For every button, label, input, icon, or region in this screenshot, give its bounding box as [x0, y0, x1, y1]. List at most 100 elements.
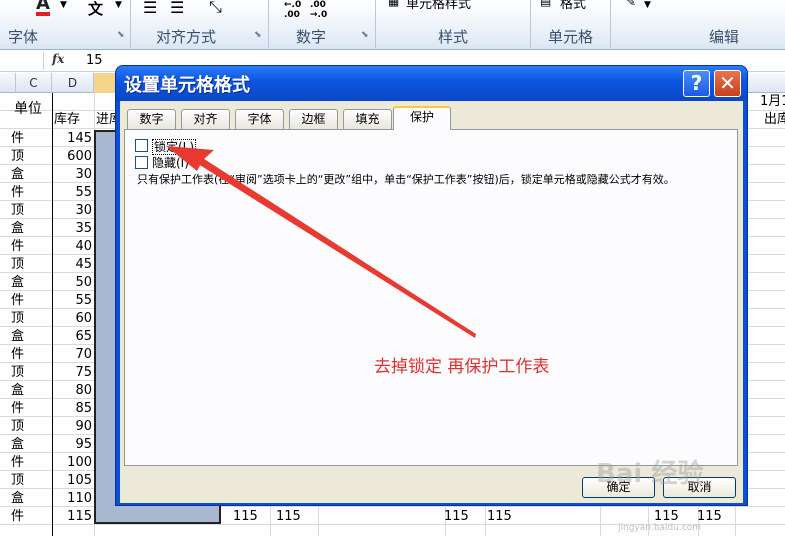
- cell-styles-icon[interactable]: ▦: [388, 0, 399, 8]
- tab-number[interactable]: 数字: [127, 109, 176, 129]
- value-cell[interactable]: 115: [444, 508, 469, 526]
- close-button[interactable]: ✕: [714, 70, 741, 97]
- unit-cell[interactable]: 盒: [11, 382, 24, 400]
- baidu-watermark: Bai 经验: [596, 459, 704, 489]
- stock-cell[interactable]: 60: [52, 310, 92, 328]
- unit-cell[interactable]: 顶: [11, 364, 24, 382]
- column-header-d[interactable]: D: [52, 73, 94, 93]
- stock-cell[interactable]: 30: [52, 202, 92, 220]
- unit-cell[interactable]: 件: [11, 130, 24, 148]
- stock-cell[interactable]: 90: [52, 418, 92, 436]
- dropdown-arrow-icon[interactable]: ▼: [644, 0, 651, 10]
- dialog-launcher-icon[interactable]: ⬊: [117, 30, 125, 40]
- unit-cell[interactable]: 件: [11, 184, 24, 202]
- stock-cell[interactable]: 50: [52, 274, 92, 292]
- hidden-checkbox[interactable]: [135, 156, 148, 169]
- stock-cell[interactable]: 75: [52, 364, 92, 382]
- help-button[interactable]: ?: [683, 70, 710, 97]
- unit-cell[interactable]: 盒: [11, 436, 24, 454]
- cell-styles-button[interactable]: 单元格样式: [406, 0, 471, 12]
- unit-cell[interactable]: 顶: [11, 202, 24, 220]
- name-box[interactable]: [0, 52, 44, 70]
- font-color-icon[interactable]: A: [36, 0, 50, 16]
- stock-cell[interactable]: 95: [52, 436, 92, 454]
- stock-cell[interactable]: 115: [52, 508, 92, 526]
- value-cell[interactable]: 115: [276, 508, 301, 526]
- unit-cell[interactable]: 件: [11, 508, 24, 526]
- stock-cell[interactable]: 110: [52, 490, 92, 508]
- align-indent-icon[interactable]: ☰: [143, 0, 157, 17]
- stock-cell[interactable]: 70: [52, 346, 92, 364]
- tab-font[interactable]: 字体: [235, 109, 284, 129]
- format-button[interactable]: 格式: [560, 0, 586, 12]
- value-cell[interactable]: 115: [487, 508, 512, 526]
- unit-cell[interactable]: 件: [11, 400, 24, 418]
- annotation-text: 去掉锁定 再保护工作表: [374, 357, 550, 377]
- ribbon-group-styles: 样式: [438, 28, 469, 46]
- stock-cell[interactable]: 80: [52, 382, 92, 400]
- locked-checkbox[interactable]: [135, 139, 148, 152]
- hidden-label[interactable]: 隐藏(I): [152, 156, 189, 170]
- stock-cell[interactable]: 85: [52, 400, 92, 418]
- unit-cell[interactable]: 盒: [11, 490, 24, 508]
- unit-cell[interactable]: 盒: [11, 328, 24, 346]
- tab-fill[interactable]: 填充: [343, 109, 392, 129]
- unit-cell[interactable]: 顶: [11, 418, 24, 436]
- header-month: 1月1: [760, 94, 785, 109]
- unit-cell[interactable]: 盒: [11, 220, 24, 238]
- unit-cell[interactable]: 盒: [11, 274, 24, 292]
- stock-cell[interactable]: 55: [52, 292, 92, 310]
- stock-cell[interactable]: 600: [52, 148, 92, 166]
- phonetic-icon[interactable]: 文: [88, 0, 103, 19]
- value-cell[interactable]: 115: [233, 508, 258, 526]
- unit-cell[interactable]: 件: [11, 454, 24, 472]
- unit-cell[interactable]: 顶: [11, 256, 24, 274]
- dialog-title: 设置单元格格式: [124, 75, 250, 96]
- locked-label[interactable]: 锁定(L): [152, 139, 197, 155]
- dialog-launcher-icon[interactable]: ⬊: [254, 30, 262, 40]
- format-icon[interactable]: ▤: [540, 0, 551, 8]
- stock-cell[interactable]: 35: [52, 220, 92, 238]
- clear-icon[interactable]: ✎: [626, 0, 636, 9]
- unit-cell[interactable]: 顶: [11, 148, 24, 166]
- ribbon-group-editing: 编辑: [709, 28, 740, 46]
- align-outdent-icon[interactable]: ☰: [170, 0, 184, 17]
- protection-panel: 锁定(L) 隐藏(I) 只有保护工作表(在“审阅”选项卡上的“更改”组中，单击“…: [124, 129, 738, 466]
- protection-description: 只有保护工作表(在“审阅”选项卡上的“更改”组中，单击“保护工作表”按钮)后，锁…: [137, 173, 675, 186]
- header-out: 出库: [764, 112, 785, 127]
- orientation-icon[interactable]: ⤡: [209, 0, 222, 17]
- ribbon: A ▼ 文 ▼ 字体 ⬊ ☰ ☰ ⤡ 对齐方式 ⬊ ←.0.00 .00 →.0 …: [0, 0, 785, 50]
- dialog-body: 数字 对齐 字体 边框 填充 保护 锁定(L) 隐藏(I) 只有保护工作表(在“…: [120, 101, 743, 503]
- header-unit: 单位: [14, 101, 42, 117]
- unit-cell[interactable]: 盒: [11, 166, 24, 184]
- ribbon-group-font: 字体: [8, 28, 39, 46]
- tab-border[interactable]: 边框: [289, 109, 338, 129]
- tab-protection[interactable]: 保护: [393, 106, 451, 130]
- stock-cell[interactable]: 40: [52, 238, 92, 256]
- decrease-decimal-icon[interactable]: .00 →.0: [310, 0, 327, 20]
- column-header-c[interactable]: C: [16, 73, 52, 93]
- dialog-launcher-icon[interactable]: ⬊: [361, 30, 369, 40]
- unit-cell[interactable]: 件: [11, 292, 24, 310]
- dialog-titlebar[interactable]: 设置单元格格式 ? ✕: [116, 66, 747, 101]
- tab-alignment[interactable]: 对齐: [181, 109, 230, 129]
- formula-input[interactable]: 15: [86, 53, 103, 68]
- select-all-corner[interactable]: [0, 73, 16, 93]
- stock-cell[interactable]: 45: [52, 256, 92, 274]
- header-stock: 库存: [54, 112, 81, 127]
- stock-cell[interactable]: 145: [52, 130, 92, 148]
- stock-cell[interactable]: 30: [52, 166, 92, 184]
- unit-cell[interactable]: 件: [11, 346, 24, 364]
- unit-cell[interactable]: 件: [11, 238, 24, 256]
- unit-cell[interactable]: 顶: [11, 472, 24, 490]
- increase-decimal-icon[interactable]: ←.0.00: [284, 0, 301, 20]
- format-cells-dialog: 设置单元格格式 ? ✕ 数字 对齐 字体 边框 填充 保护 锁定(L) 隐藏(I…: [115, 65, 748, 506]
- dropdown-arrow-icon[interactable]: ▼: [115, 0, 122, 10]
- dropdown-arrow-icon[interactable]: ▼: [60, 0, 67, 10]
- insert-function-icon[interactable]: fx: [52, 52, 64, 66]
- stock-cell[interactable]: 100: [52, 454, 92, 472]
- stock-cell[interactable]: 55: [52, 184, 92, 202]
- stock-cell[interactable]: 65: [52, 328, 92, 346]
- unit-cell[interactable]: 顶: [11, 310, 24, 328]
- stock-cell[interactable]: 105: [52, 472, 92, 490]
